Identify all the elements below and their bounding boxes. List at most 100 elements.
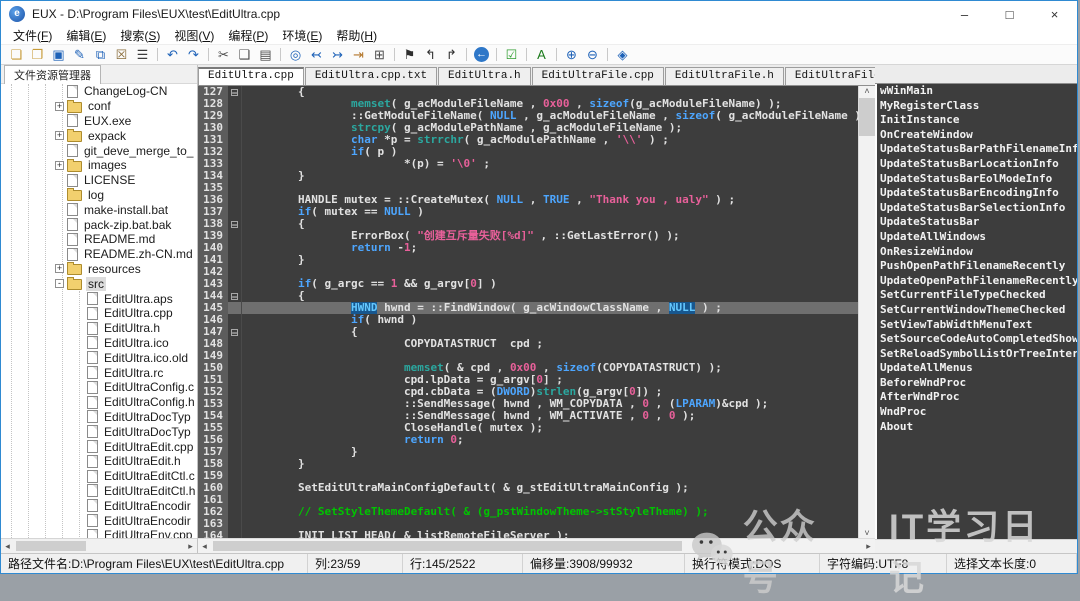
expand-icon[interactable]: + <box>55 131 64 140</box>
expand-icon[interactable]: + <box>55 264 64 273</box>
menu-item-F[interactable]: 文件(F) <box>6 27 59 44</box>
undo-icon[interactable]: ↶ <box>162 46 183 63</box>
code-editor[interactable]: 127– {128 memset( g_acModuleFileName , 0… <box>198 86 858 538</box>
scroll-down-icon[interactable]: ˅ <box>864 528 869 538</box>
symbol-item[interactable]: SetSourceCodeAutoCompletedShowAf <box>877 332 1077 347</box>
close-file-icon[interactable]: ☒ <box>111 46 132 63</box>
tab-editultrafile-h[interactable]: EditUltraFile.h <box>665 67 784 85</box>
symbol-item[interactable]: SetCurrentFileTypeChecked <box>877 288 1077 303</box>
symbol-item[interactable]: About <box>877 420 1077 435</box>
editor-vscrollbar[interactable]: ˄ ˅ <box>858 86 875 538</box>
code-line[interactable]: 149 <box>198 350 858 362</box>
code-line[interactable]: 135 <box>198 182 858 194</box>
symbol-item[interactable]: MyRegisterClass <box>877 99 1077 114</box>
code-line[interactable]: 127– { <box>198 86 858 98</box>
symbol-item[interactable]: UpdateStatusBarEncodingInfo <box>877 186 1077 201</box>
menu-item-P[interactable]: 编程(P) <box>221 27 275 44</box>
tree-item[interactable]: +conf <box>1 99 197 114</box>
replace-icon[interactable]: ⊞ <box>369 46 390 63</box>
symbol-item[interactable]: InitInstance <box>877 113 1077 128</box>
tree-item[interactable]: EditUltraEncodir <box>1 498 197 513</box>
fold-collapse-icon[interactable]: – <box>231 89 238 96</box>
tree-item[interactable]: EditUltraEdit.cpp <box>1 439 197 454</box>
code-line[interactable]: 151 cpd.lpData = g_argv[0] ; <box>198 374 858 386</box>
symbol-item[interactable]: UpdateAllWindows <box>877 230 1077 245</box>
find-prev-icon[interactable]: ↢ <box>306 46 327 63</box>
code-line[interactable]: 157 } <box>198 446 858 458</box>
code-line[interactable]: 147– { <box>198 326 858 338</box>
symbol-item[interactable]: SetReloadSymbolListOrTreeInterva <box>877 347 1077 362</box>
symbol-item[interactable]: UpdateStatusBarLocationInfo <box>877 157 1077 172</box>
scroll-thumb[interactable] <box>213 541 682 551</box>
code-line[interactable]: 154 ::SendMessage( hwnd , WM_ACTIVATE , … <box>198 410 858 422</box>
menu-item-V[interactable]: 视图(V) <box>167 27 221 44</box>
next-bookmark-icon[interactable]: ↱ <box>441 46 462 63</box>
symbol-list[interactable]: wWinMainMyRegisterClassInitInstanceOnCre… <box>875 84 1077 539</box>
tree-item[interactable]: EditUltra.aps <box>1 291 197 306</box>
code-line[interactable]: 139 ErrorBox( "创建互斥量失败[%d]" , ::GetLastE… <box>198 230 858 242</box>
save-icon[interactable]: ▣ <box>48 46 69 63</box>
paste-icon[interactable]: ▤ <box>255 46 276 63</box>
tree-item[interactable]: EditUltraEdit.h <box>1 454 197 469</box>
code-line[interactable]: 134 } <box>198 170 858 182</box>
tree-item[interactable]: EditUltraConfig.c <box>1 380 197 395</box>
explorer-hscrollbar[interactable]: ◂ ▸ <box>1 538 197 553</box>
highlighting-icon[interactable]: A <box>531 46 552 63</box>
tree-item[interactable]: log <box>1 188 197 203</box>
scroll-right-icon[interactable]: ▸ <box>184 541 197 552</box>
menu-item-E[interactable]: 环境(E) <box>275 27 329 44</box>
symbol-item[interactable]: UpdateOpenPathFilenameRecently <box>877 274 1077 289</box>
code-line[interactable]: 162 // SetStyleThemeDefault( & (g_pstWin… <box>198 506 858 518</box>
expand-icon[interactable]: + <box>55 102 64 111</box>
tree-item[interactable]: README.zh-CN.md <box>1 247 197 262</box>
code-line[interactable]: 163 <box>198 518 858 530</box>
symbol-item[interactable]: UpdateStatusBarEolModeInfo <box>877 172 1077 187</box>
find-icon[interactable]: ◎ <box>285 46 306 63</box>
symbol-item[interactable]: SetCurrentWindowThemeChecked <box>877 303 1077 318</box>
redo-icon[interactable]: ↷ <box>183 46 204 63</box>
code-line[interactable]: 130 strcpy( g_acModulePathName , g_acMod… <box>198 122 858 134</box>
tree-item[interactable]: make-install.bat <box>1 202 197 217</box>
scroll-up-icon[interactable]: ˄ <box>864 86 869 96</box>
tree-item[interactable]: EditUltra.cpp <box>1 306 197 321</box>
save-all-icon[interactable]: ⧉ <box>90 46 111 63</box>
code-line[interactable]: 132 if( p ) <box>198 146 858 158</box>
symbol-item[interactable]: OnResizeWindow <box>877 245 1077 260</box>
code-line[interactable]: 137 if( mutex == NULL ) <box>198 206 858 218</box>
code-line[interactable]: 140 return -1; <box>198 242 858 254</box>
prev-bookmark-icon[interactable]: ↰ <box>420 46 441 63</box>
copy-icon[interactable]: ❑ <box>234 46 255 63</box>
code-line[interactable]: 153 ::SendMessage( hwnd , WM_COPYDATA , … <box>198 398 858 410</box>
symbol-item[interactable]: UpdateStatusBarPathFilenameInfo <box>877 142 1077 157</box>
symbol-item[interactable]: BeforeWndProc <box>877 376 1077 391</box>
bookmark-icon[interactable]: ⚑ <box>399 46 420 63</box>
code-line[interactable]: 150 memset( & cpd , 0x00 , sizeof(COPYDA… <box>198 362 858 374</box>
tree-item[interactable]: git_deve_merge_to_ <box>1 143 197 158</box>
tree-item[interactable]: EditUltraEncodir <box>1 513 197 528</box>
code-line[interactable]: 148 COPYDATASTRUCT cpd ; <box>198 338 858 350</box>
find-next-icon[interactable]: ↣ <box>327 46 348 63</box>
menu-item-H[interactable]: 帮助(H) <box>329 27 384 44</box>
code-line[interactable]: 161 <box>198 494 858 506</box>
save-as-icon[interactable]: ✎ <box>69 46 90 63</box>
code-line[interactable]: 146 if( hwnd ) <box>198 314 858 326</box>
new-file-icon[interactable]: ❏ <box>6 46 27 63</box>
open-file-icon[interactable]: ❐ <box>27 46 48 63</box>
code-line[interactable]: 128 memset( g_acModuleFileName , 0x00 , … <box>198 98 858 110</box>
scroll-right-icon[interactable]: ▸ <box>862 541 875 552</box>
close-button[interactable]: × <box>1032 1 1077 27</box>
file-list-icon[interactable]: ☰ <box>132 46 153 63</box>
cut-icon[interactable]: ✂ <box>213 46 234 63</box>
zoom-in-icon[interactable]: ⊕ <box>561 46 582 63</box>
symbol-item[interactable]: OnCreateWindow <box>877 128 1077 143</box>
scroll-thumb[interactable] <box>859 98 875 136</box>
code-line[interactable]: 138– { <box>198 218 858 230</box>
symbol-item[interactable]: SetViewTabWidthMenuText <box>877 318 1077 333</box>
code-line[interactable]: 156 return 0; <box>198 434 858 446</box>
symbol-item[interactable]: wWinMain <box>877 84 1077 99</box>
tree-item[interactable]: EditUltra.ico <box>1 336 197 351</box>
menu-item-S[interactable]: 搜索(S) <box>113 27 167 44</box>
code-line[interactable]: 133 *(p) = '\0' ; <box>198 158 858 170</box>
code-line[interactable]: 131 char *p = strrchr( g_acModulePathNam… <box>198 134 858 146</box>
tree-item[interactable]: pack-zip.bat.bak <box>1 217 197 232</box>
